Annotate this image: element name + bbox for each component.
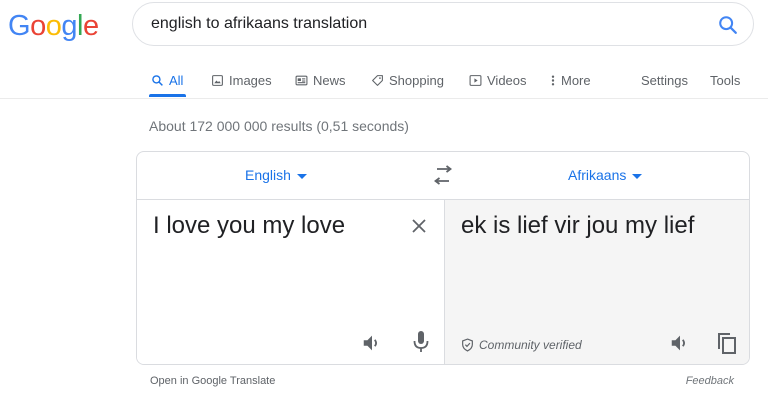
target-language-label: Afrikaans <box>568 167 627 183</box>
search-query[interactable]: english to afrikaans translation <box>151 15 367 33</box>
logo-letter: e <box>82 10 99 42</box>
result-stats: About 172 000 000 results (0,51 seconds) <box>149 118 409 134</box>
tab-label: More <box>561 72 591 88</box>
target-language-select[interactable]: Afrikaans <box>568 167 643 183</box>
more-vert-icon <box>551 75 555 85</box>
tab-settings[interactable]: Settings <box>641 66 688 94</box>
open-in-translate-link[interactable]: Open in Google Translate <box>150 375 275 387</box>
close-icon[interactable] <box>409 216 429 236</box>
image-icon <box>212 74 223 86</box>
source-text-input[interactable]: I love you my love <box>153 212 345 240</box>
logo-letter: o <box>30 10 46 42</box>
target-text: ek is lief vir jou my lief <box>461 212 695 239</box>
settings-label: Settings <box>641 72 688 88</box>
tab-shopping[interactable]: Shopping <box>371 66 444 94</box>
translate-card: English Afrikaans I love you my love ek … <box>136 151 750 365</box>
swap-languages-icon[interactable] <box>431 165 455 187</box>
news-icon <box>295 75 308 85</box>
tabs-divider <box>0 98 768 99</box>
tab-more[interactable]: More <box>550 66 591 94</box>
copy-icon[interactable] <box>716 331 738 355</box>
tab-label: Videos <box>487 72 527 88</box>
speaker-icon[interactable] <box>361 332 383 354</box>
speaker-icon[interactable] <box>669 332 691 354</box>
language-bar: English Afrikaans <box>137 152 749 200</box>
tab-label: Shopping <box>389 72 444 88</box>
target-pane: ek is lief vir jou my lief Community ver… <box>444 200 749 364</box>
source-language-label: English <box>245 167 291 183</box>
tab-all[interactable]: All <box>151 66 183 94</box>
logo-letter: G <box>8 10 31 42</box>
logo-letter: g <box>61 10 77 42</box>
source-pane: I love you my love <box>137 200 444 364</box>
google-logo[interactable]: Google <box>8 9 99 43</box>
chevron-down-icon <box>632 173 643 179</box>
tab-label: Images <box>229 72 272 88</box>
tab-label: All <box>169 72 184 88</box>
community-verified: Community verified <box>461 338 582 352</box>
chevron-down-icon <box>296 173 307 179</box>
microphone-icon[interactable] <box>411 330 431 354</box>
search-tabs: All Images News Shopping Videos More Set… <box>149 66 749 97</box>
search-icon <box>152 74 163 86</box>
tab-label: News <box>313 72 346 88</box>
tag-icon <box>372 74 383 86</box>
shield-check-icon <box>462 338 473 352</box>
active-tab-indicator <box>149 94 186 97</box>
search-input[interactable]: english to afrikaans translation <box>132 2 754 46</box>
verified-label: Community verified <box>479 338 582 352</box>
tools-label: Tools <box>710 72 741 88</box>
search-icon[interactable] <box>717 14 739 36</box>
feedback-link[interactable]: Feedback <box>686 375 734 387</box>
play-icon <box>469 74 482 86</box>
source-language-select[interactable]: English <box>245 167 307 183</box>
tab-videos[interactable]: Videos <box>469 66 527 94</box>
logo-letter: o <box>45 10 62 42</box>
tab-tools[interactable]: Tools <box>710 66 740 94</box>
tab-news[interactable]: News <box>295 66 346 94</box>
tab-images[interactable]: Images <box>211 66 272 94</box>
